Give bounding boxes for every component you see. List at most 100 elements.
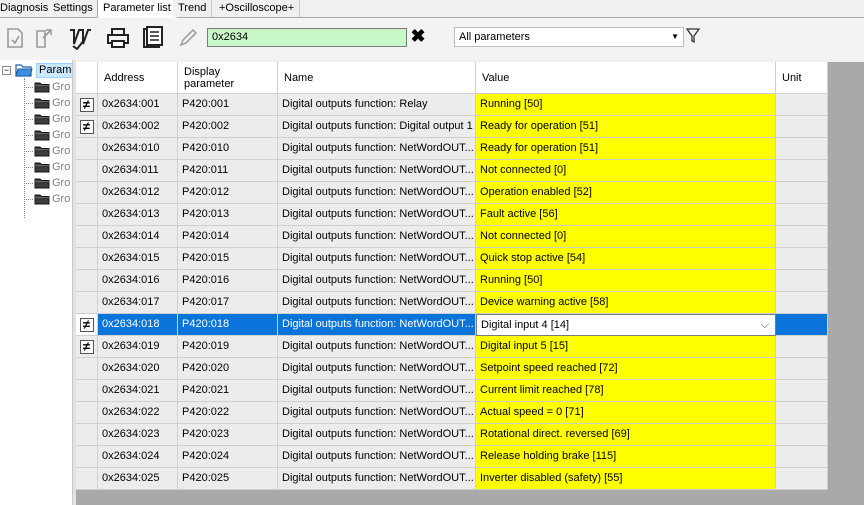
cell-value[interactable]: Not connected [0] [476,226,776,248]
table-row[interactable]: 0x2634:014 P420:014 Digital outputs functi… [76,226,828,248]
cell-indicator[interactable] [76,248,98,270]
cell-value[interactable]: Ready for operation [51] [476,116,776,138]
cell-value[interactable]: Device warning active [58] [476,292,776,314]
table-row[interactable]: ≠ 0x2634:001 P420:001 Digital outputs funct… [76,94,828,116]
cell-unit [776,292,828,314]
cell-address: 0x2634:014 [98,226,178,248]
cell-name: Digital outputs function: NetWordOUT... [278,402,476,424]
parameter-filter-select[interactable]: All parameters ▼ [454,27,684,47]
cell-unit [776,314,828,336]
tab-oscilloscope[interactable]: +Oscilloscope+ [214,0,301,17]
cell-indicator[interactable] [76,380,98,402]
cell-address-text: 0x2634:015 [102,252,160,264]
table-row[interactable]: 0x2634:013 P420:013 Digital outputs functi… [76,204,828,226]
table-row[interactable]: 0x2634:022 P420:022 Digital outputs functi… [76,402,828,424]
table-row[interactable]: ≠ 0x2634:002 P420:002 Digital outputs funct… [76,116,828,138]
table-row[interactable]: 0x2634:023 P420:023 Digital outputs functi… [76,424,828,446]
cell-value[interactable]: Inverter disabled (safety) [55] [476,468,776,490]
cell-indicator[interactable] [76,204,98,226]
cell-value-text: Release holding brake [115] [480,450,617,462]
document-button[interactable] [139,24,167,52]
cell-value-text: Not connected [0] [480,164,567,176]
cell-value[interactable]: Running [50] [476,270,776,292]
chevron-down-icon[interactable]: ⌵ [761,315,769,335]
collapse-icon[interactable]: − [2,66,11,75]
edit-pencil-icon [179,28,198,47]
cell-name: Digital outputs function: NetWordOUT... [278,270,476,292]
header-unit[interactable]: Unit [776,62,828,94]
cell-indicator[interactable] [76,292,98,314]
table-row[interactable]: 0x2634:015 P420:015 Digital outputs functi… [76,248,828,270]
search-input[interactable]: 0x2634 [207,28,407,47]
not-equal-icon: ≠ [79,339,94,354]
print-button[interactable] [104,24,132,52]
cell-indicator[interactable]: ≠ [76,116,98,138]
clear-search-button[interactable]: ✖ [410,26,426,46]
cell-indicator[interactable] [76,446,98,468]
cell-value[interactable]: Quick stop active [54] [476,248,776,270]
cell-value[interactable]: Digital input 4 [14] ⌵ [476,314,776,336]
cell-indicator[interactable] [76,468,98,490]
table-row[interactable]: 0x2634:021 P420:021 Digital outputs functi… [76,380,828,402]
cell-value[interactable]: Not connected [0] [476,160,776,182]
cell-address-text: 0x2634:020 [102,362,160,374]
cell-indicator[interactable] [76,160,98,182]
table-row[interactable]: 0x2634:025 P420:025 Digital outputs functi… [76,468,828,490]
tab-diagnosis[interactable]: Diagnosis [0,0,55,17]
import-button[interactable] [0,24,28,52]
table-row[interactable]: 0x2634:020 P420:020 Digital outputs functi… [76,358,828,380]
header-display-parameter[interactable]: Display parameter [178,62,278,94]
tree-connector [24,183,33,184]
table-row[interactable]: 0x2634:016 P420:016 Digital outputs functi… [76,270,828,292]
table-row[interactable]: 0x2634:017 P420:017 Digital outputs functi… [76,292,828,314]
parameter-grid: Address Display parameter Name Value Uni… [76,62,864,505]
table-row[interactable]: 0x2634:012 P420:012 Digital outputs functi… [76,182,828,204]
cell-indicator[interactable]: ≠ [76,314,98,336]
cell-indicator[interactable] [76,358,98,380]
table-row[interactable]: ≠ 0x2634:019 P420:019 Digital outputs funct… [76,336,828,358]
cell-value[interactable]: Ready for operation [51] [476,138,776,160]
table-row[interactable]: 0x2634:010 P420:010 Digital outputs functi… [76,138,828,160]
table-row[interactable]: 0x2634:011 P420:011 Digital outputs functi… [76,160,828,182]
header-value[interactable]: Value [476,62,776,94]
cell-indicator[interactable]: ≠ [76,336,98,358]
cell-name: Digital outputs function: NetWordOUT... [278,138,476,160]
cell-name: Digital outputs function: NetWordOUT... [278,468,476,490]
write-parameters-button[interactable] [66,24,94,52]
cell-value[interactable]: Current limit reached [78] [476,380,776,402]
tab-settings[interactable]: Settings [48,0,99,17]
table-row[interactable]: 0x2634:024 P420:024 Digital outputs functi… [76,446,828,468]
header-address[interactable]: Address [98,62,178,94]
cell-indicator[interactable] [76,424,98,446]
cell-address: 0x2634:023 [98,424,178,446]
cell-value-text: Actual speed = 0 [71] [480,406,584,418]
cell-value[interactable]: Operation enabled [52] [476,182,776,204]
cell-value[interactable]: Release holding brake [115] [476,446,776,468]
tab-parameter-list[interactable]: Parameter list [97,0,177,18]
cell-value-text: Running [50] [480,98,543,110]
cell-value[interactable]: Digital input 5 [15] [476,336,776,358]
cell-address-text: 0x2634:021 [102,384,160,396]
tree-item-label: Gro [52,129,71,141]
cell-address: 0x2634:013 [98,204,178,226]
cell-display-parameter-text: P420:002 [182,120,230,132]
header-indicator [76,62,98,94]
cell-indicator[interactable] [76,182,98,204]
cell-value[interactable]: Rotational direct. reversed [69] [476,424,776,446]
cell-indicator[interactable]: ≠ [76,94,98,116]
cell-value[interactable]: Fault active [56] [476,204,776,226]
cell-indicator[interactable] [76,226,98,248]
cell-value[interactable]: Running [50] [476,94,776,116]
edit-button[interactable] [174,24,202,52]
header-name[interactable]: Name [278,62,476,94]
cell-name-text: Digital outputs function: NetWordOUT... [282,164,474,176]
table-row-selected[interactable]: ≠ 0x2634:018 P420:018 Digital outputs funct… [76,314,828,336]
filter-button[interactable] [685,28,702,46]
cell-indicator[interactable] [76,138,98,160]
cell-indicator[interactable] [76,402,98,424]
cell-indicator[interactable] [76,270,98,292]
cell-value[interactable]: Actual speed = 0 [71] [476,402,776,424]
export-button[interactable] [30,24,58,52]
tab-trend[interactable]: Trend [173,0,213,17]
cell-value[interactable]: Setpoint speed reached [72] [476,358,776,380]
